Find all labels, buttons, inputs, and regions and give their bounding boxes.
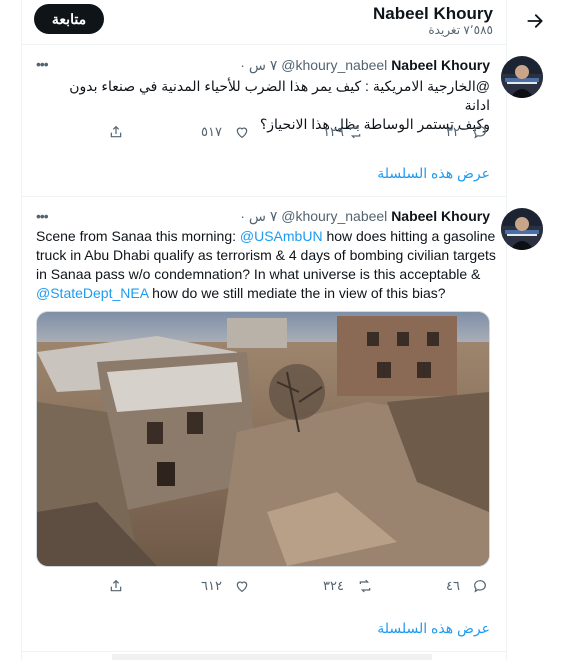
heart-icon [236, 127, 248, 139]
share-icon [110, 125, 122, 138]
reply-button[interactable] [472, 576, 488, 596]
avatar[interactable] [501, 208, 543, 250]
tweet-author-name[interactable]: Nabeel Khoury [391, 208, 490, 224]
tweet-count: ٧٬٥٨٥ تغريدة [428, 23, 493, 37]
mention-link[interactable]: @USAmbUN [240, 228, 323, 244]
reply-icon [474, 580, 486, 593]
follow-button[interactable]: متابعة [34, 4, 104, 34]
tweet-actions: ٣٢ ١٢٩ ٥١٧ [100, 122, 490, 142]
avatar[interactable] [501, 56, 543, 98]
reply-button[interactable] [472, 122, 488, 142]
tweet-author-name[interactable]: Nabeel Khoury [391, 57, 490, 73]
reply-count: ٣٢ [446, 124, 460, 139]
reply-icon [474, 126, 486, 139]
share-button[interactable] [108, 122, 124, 142]
divider [22, 651, 506, 652]
retweet-count: ١٢٩ [323, 124, 344, 139]
tweet-text: Scene from Sanaa this morning: @USAmbUN … [36, 227, 496, 303]
show-thread-link[interactable]: عرض هذه السلسلة [377, 165, 490, 182]
back-arrow-icon[interactable] [525, 11, 545, 31]
tweet-handle[interactable]: @khoury_nabeel [281, 57, 387, 73]
horizontal-scrollbar[interactable] [112, 654, 432, 660]
profile-name: Nabeel Khoury [373, 4, 493, 23]
retweet-button[interactable] [347, 122, 363, 142]
tweet-meta: · ٧ س @khoury_nabeel Nabeel Khoury [240, 57, 490, 74]
share-button[interactable] [108, 576, 124, 596]
mention-link[interactable]: @StateDept_NEA [36, 285, 148, 301]
tweet-text-segment: how do we still mediate the in view of t… [148, 285, 446, 301]
tweet-text-line: @الخارجية الامريكية : كيف يمر هذا الضرب … [69, 78, 490, 113]
share-icon [110, 579, 122, 592]
retweet-count: ٣٢٤ [323, 578, 344, 593]
show-thread-link[interactable]: عرض هذه السلسلة [377, 620, 490, 637]
tweet-actions: ٤٦ ٣٢٤ ٦١٢ [100, 576, 490, 596]
divider [22, 196, 506, 197]
tweet-meta: · ٧ س @khoury_nabeel Nabeel Khoury [240, 208, 490, 225]
divider [22, 44, 506, 45]
more-icon[interactable]: ••• [36, 57, 50, 72]
tweet-photo[interactable] [36, 311, 490, 567]
more-icon[interactable]: ••• [36, 209, 50, 224]
retweet-icon [359, 579, 371, 593]
tweet-handle[interactable]: @khoury_nabeel [281, 208, 387, 224]
tweet-time[interactable]: · ٧ س [240, 208, 277, 224]
tweet-time[interactable]: · ٧ س [240, 57, 277, 73]
like-button[interactable] [234, 122, 250, 142]
tweet-text-segment: Scene from Sanaa this morning: [36, 228, 240, 244]
heart-icon [236, 581, 248, 593]
profile-header: Nabeel Khoury ٧٬٥٨٥ تغريدة متابعة [0, 0, 576, 44]
like-count: ٥١٧ [201, 124, 222, 139]
retweet-button[interactable] [357, 576, 373, 596]
like-button[interactable] [234, 576, 250, 596]
retweet-icon [349, 125, 361, 139]
like-count: ٦١٢ [201, 578, 222, 593]
reply-count: ٤٦ [446, 578, 460, 593]
